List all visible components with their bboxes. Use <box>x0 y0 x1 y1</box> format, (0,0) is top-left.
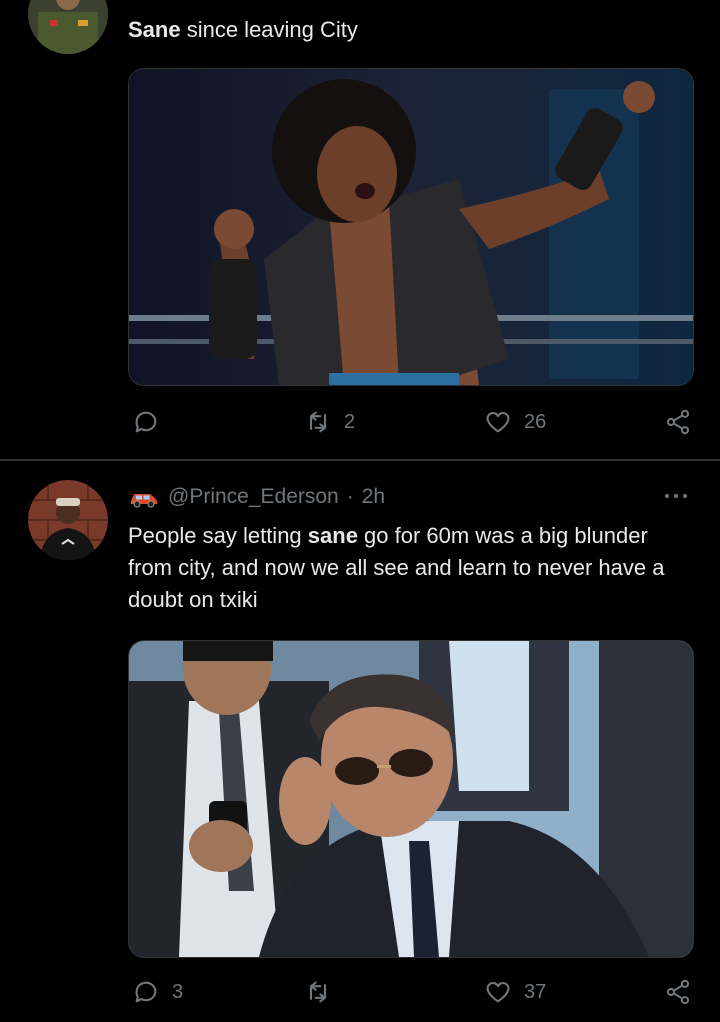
tweet-text: People say letting sane go for 60m was a… <box>128 520 688 616</box>
retweet-button[interactable]: 2 <box>304 404 355 440</box>
man-in-sunglasses-photo <box>129 641 693 957</box>
share-icon <box>666 979 690 1005</box>
tweet-text-before: People say letting <box>128 523 308 548</box>
tweet-text-bold: sane <box>307 523 358 548</box>
tweet-text: Sane since leaving City <box>128 14 688 46</box>
like-count: 26 <box>524 410 547 433</box>
tweet-2[interactable]: @Prince_Ederson · 2h People say letting … <box>0 462 720 1022</box>
reply-button[interactable] <box>132 404 172 440</box>
retweet-icon <box>309 411 327 433</box>
like-icon <box>486 981 510 1003</box>
retweet-button[interactable] <box>304 974 344 1010</box>
car-emoji-icon <box>131 494 157 508</box>
meta-separator: · <box>346 485 354 508</box>
retweet-count: 2 <box>344 410 356 433</box>
like-count: 37 <box>524 980 547 1003</box>
tweet-header: @Prince_Ederson · 2h <box>128 482 385 512</box>
tweet-text-rest: since leaving City <box>180 17 358 42</box>
avatar[interactable] <box>28 0 108 54</box>
share-icon <box>666 409 690 435</box>
reply-count: 3 <box>172 980 184 1003</box>
more-icon <box>665 494 687 498</box>
avatar[interactable] <box>28 480 108 560</box>
avatar-image <box>28 480 108 560</box>
share-button[interactable] <box>664 404 692 440</box>
tweet-actions: 3 37 <box>128 974 692 1010</box>
reply-icon <box>135 411 157 433</box>
tweet-actions: 2 26 <box>128 404 692 440</box>
retweet-icon <box>309 981 327 1003</box>
reply-button[interactable]: 3 <box>132 974 183 1010</box>
share-button[interactable] <box>664 974 692 1010</box>
user-handle[interactable]: @Prince_Ederson <box>168 485 339 509</box>
tweet-divider <box>0 459 720 461</box>
tweet-media-image[interactable] <box>128 640 694 958</box>
tweet-1[interactable]: Sane since leaving City 2 26 <box>0 0 720 460</box>
wrestler-photo <box>129 69 693 385</box>
avatar-image <box>28 0 108 54</box>
like-icon <box>486 411 510 433</box>
tweet-time[interactable]: 2h <box>362 485 385 509</box>
tweet-media-image[interactable] <box>128 68 694 386</box>
tweet-text-bold: Sane <box>128 17 181 42</box>
like-button[interactable]: 37 <box>484 974 546 1010</box>
more-options-button[interactable] <box>664 480 688 506</box>
like-button[interactable]: 26 <box>484 404 546 440</box>
reply-icon <box>135 981 157 1003</box>
